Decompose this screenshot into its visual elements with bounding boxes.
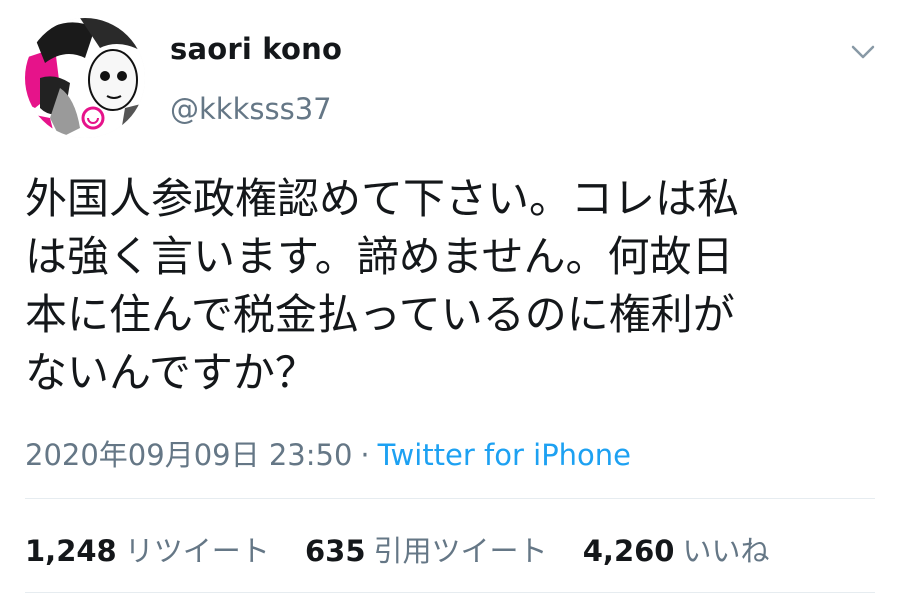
meta-separator: ·	[360, 438, 370, 472]
quote-count: 635	[304, 534, 366, 568]
manga-avatar-icon	[25, 18, 145, 138]
tweet-card: saori kono @kkksss37 外国人参政権認めて下さい。コレは私 は…	[0, 0, 900, 599]
quotes-stat[interactable]: 635 引用ツイート	[305, 528, 548, 570]
divider	[25, 498, 875, 499]
display-name[interactable]: saori kono	[170, 32, 342, 66]
likes-stat[interactable]: 4,260 いいね	[583, 528, 770, 570]
tweet-meta: 2020年09月09日 23:50 · Twitter for iPhone	[25, 432, 631, 474]
chevron-down-icon[interactable]	[848, 40, 878, 64]
user-handle[interactable]: @kkksss37	[170, 92, 332, 126]
retweet-count: 1,248	[25, 534, 117, 568]
tweet-text: 外国人参政権認めて下さい。コレは私 は強く言います。諦めません。何故日 本に住ん…	[25, 174, 740, 397]
tweet-timestamp[interactable]: 2020年09月09日 23:50	[25, 438, 352, 472]
retweets-stat[interactable]: 1,248 リツイート	[25, 528, 270, 570]
like-count: 4,260	[582, 534, 675, 568]
divider	[25, 592, 875, 593]
avatar[interactable]	[25, 18, 145, 138]
quote-label: 引用ツイート	[373, 534, 548, 568]
like-label: いいね	[682, 534, 770, 568]
tweet-source-link[interactable]: Twitter for iPhone	[378, 438, 631, 472]
retweet-label: リツイート	[124, 534, 270, 568]
tweet-stats: 1,248 リツイート 635 引用ツイート 4,260 いいね	[25, 528, 796, 570]
